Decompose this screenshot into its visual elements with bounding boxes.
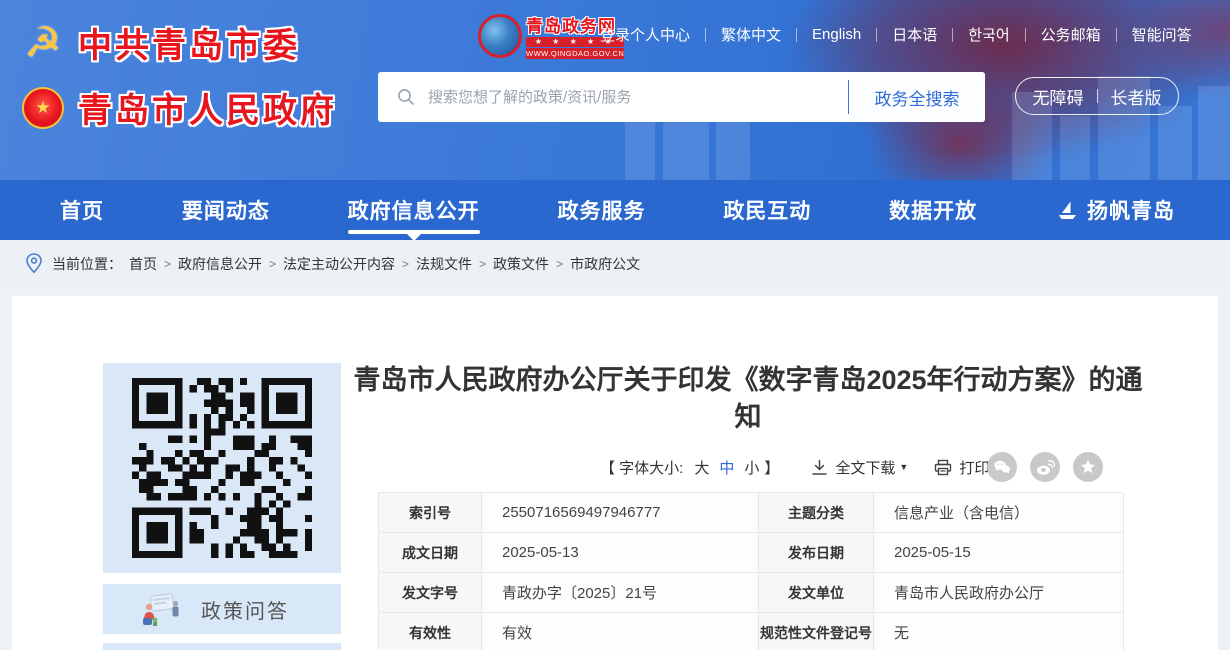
font-size-medium[interactable]: 中 xyxy=(719,457,734,478)
policy-qa-illustration-icon xyxy=(139,591,185,627)
logo-url: WWW.QINGDAO.GOV.CN xyxy=(526,48,624,59)
party-committee-title: 中共青岛市委 xyxy=(78,18,300,67)
accessibility-pill: 无障碍 长者版 xyxy=(1015,77,1179,115)
meta-value-issuing-unit: 青岛市人民政府办公厅 xyxy=(874,573,1124,613)
crumb-municipal-docs[interactable]: 市政府公文 xyxy=(570,254,640,274)
crumb-policy-docs[interactable]: 政策文件 xyxy=(493,254,549,274)
left-sidebar: 政策问答 xyxy=(103,363,341,650)
font-size-small[interactable]: 小 xyxy=(744,457,759,478)
link-japanese[interactable]: 日本语 xyxy=(892,24,937,45)
meta-label: 有效性 xyxy=(379,613,482,650)
search-input[interactable] xyxy=(428,89,848,106)
print-icon xyxy=(934,459,952,476)
meta-value-publish-date: 2025-05-15 xyxy=(874,533,1124,573)
breadcrumb-prefix: 当前位置： xyxy=(52,254,122,274)
meta-value-doc-number: 青政办字〔2025〕21号 xyxy=(482,573,759,613)
nav-news[interactable]: 要闻动态 xyxy=(182,180,270,240)
link-smart-qa[interactable]: 智能问答 xyxy=(1132,24,1192,45)
weibo-icon xyxy=(1036,459,1055,476)
crumb-gov-info[interactable]: 政府信息公开 xyxy=(178,254,262,274)
sidebar-item-label: 政策问答 xyxy=(201,595,289,624)
link-traditional-chinese[interactable]: 繁体中文 xyxy=(721,24,781,45)
party-emblem-icon: ☭ xyxy=(20,20,66,66)
page-title: 青岛市人民政府办公厅关于印发《数字青岛2025年行动方案》的通知 xyxy=(348,362,1148,436)
wechat-icon xyxy=(993,459,1011,475)
favorite-share-button[interactable] xyxy=(1073,452,1103,482)
download-button[interactable]: 全文下载 ▼ xyxy=(811,457,908,478)
crumb-regulations[interactable]: 法规文件 xyxy=(416,254,472,274)
font-size-large[interactable]: 大 xyxy=(694,457,709,478)
link-login-center[interactable]: 登录个人中心 xyxy=(600,24,690,45)
globe-icon xyxy=(478,14,522,58)
link-korean[interactable]: 한국어 xyxy=(968,24,1009,45)
crumb-home[interactable]: 首页 xyxy=(129,254,157,274)
weibo-share-button[interactable] xyxy=(1030,452,1060,482)
sidebar-item-policy-qa[interactable]: 政策问答 xyxy=(103,584,341,634)
search-box: 政务全搜索 xyxy=(378,72,985,122)
meta-label: 发文字号 xyxy=(379,573,482,613)
sail-icon xyxy=(1055,198,1079,222)
document-meta-table: 索引号 2550716569497946777 主题分类 信息产业（含电信） 成… xyxy=(378,492,1123,650)
print-button[interactable]: 打印 xyxy=(934,457,989,478)
elder-version-button[interactable]: 长者版 xyxy=(1111,84,1162,109)
download-icon xyxy=(811,459,828,476)
meta-value-topic-category: 信息产业（含电信） xyxy=(874,493,1124,533)
meta-value-validity: 有效 xyxy=(482,613,759,650)
top-links: 登录个人中心 繁体中文 English 日本语 한국어 公务邮箱 智能问答 xyxy=(600,24,1192,45)
font-size-label: 【 字体大小: xyxy=(600,457,683,478)
meta-label: 规范性文件登记号 xyxy=(759,613,874,650)
meta-label: 主题分类 xyxy=(759,493,874,533)
nav-home[interactable]: 首页 xyxy=(60,180,104,240)
main-nav: 首页 要闻动态 政府信息公开 政务服务 政民互动 数据开放 扬帆青岛 xyxy=(0,180,1230,240)
national-emblem-icon: ★ xyxy=(22,87,64,129)
location-pin-icon xyxy=(24,252,44,276)
nav-sail-qingdao[interactable]: 扬帆青岛 xyxy=(1055,180,1175,240)
nav-public-interaction[interactable]: 政民互动 xyxy=(723,180,811,240)
nav-gov-services[interactable]: 政务服务 xyxy=(557,180,645,240)
content-card: 政策问答 青岛市人民政府办公厅关于印发《数字青岛2025年行动方案》的通知 【 … xyxy=(12,296,1218,650)
share-buttons xyxy=(987,452,1103,482)
wechat-share-button[interactable] xyxy=(987,452,1017,482)
breadcrumb: 当前位置： 首页> 政府信息公开> 法定主动公开内容> 法规文件> 政策文件> … xyxy=(0,240,1230,288)
meta-label: 成文日期 xyxy=(379,533,482,573)
meta-label: 发布日期 xyxy=(759,533,874,573)
site-header: ☭ 中共青岛市委 ★ 青岛市人民政府 青岛政务网 ★ ★ ★ ★ ★ WWW.Q… xyxy=(0,0,1230,180)
link-english[interactable]: English xyxy=(812,26,861,43)
search-button[interactable]: 政务全搜索 xyxy=(849,72,985,122)
org-titles: ☭ 中共青岛市委 ★ 青岛市人民政府 xyxy=(20,18,337,148)
link-official-mail[interactable]: 公务邮箱 xyxy=(1041,24,1101,45)
meta-value-registration-number: 无 xyxy=(874,613,1124,650)
article-toolbar: 【 字体大小: 大 中 小 】 全文下载 ▼ 打印 xyxy=(348,451,1148,483)
meta-value-written-date: 2025-05-13 xyxy=(482,533,759,573)
search-icon xyxy=(396,87,416,107)
caret-down-icon: ▼ xyxy=(899,462,908,472)
meta-label: 发文单位 xyxy=(759,573,874,613)
page: ☭ 中共青岛市委 ★ 青岛市人民政府 青岛政务网 ★ ★ ★ ★ ★ WWW.Q… xyxy=(0,0,1230,650)
government-title: 青岛市人民政府 xyxy=(78,83,337,132)
nav-gov-info-disclosure[interactable]: 政府信息公开 xyxy=(348,180,480,240)
meta-value-index-number: 2550716569497946777 xyxy=(482,493,759,533)
crumb-statutory-disclosure[interactable]: 法定主动公开内容 xyxy=(283,254,395,274)
meta-label: 索引号 xyxy=(379,493,482,533)
qr-code-box xyxy=(103,363,341,573)
accessibility-button[interactable]: 无障碍 xyxy=(1033,84,1084,109)
nav-open-data[interactable]: 数据开放 xyxy=(889,180,977,240)
favorite-icon xyxy=(1080,459,1096,475)
qr-code xyxy=(132,378,312,558)
sidebar-item-partial[interactable] xyxy=(103,643,341,650)
